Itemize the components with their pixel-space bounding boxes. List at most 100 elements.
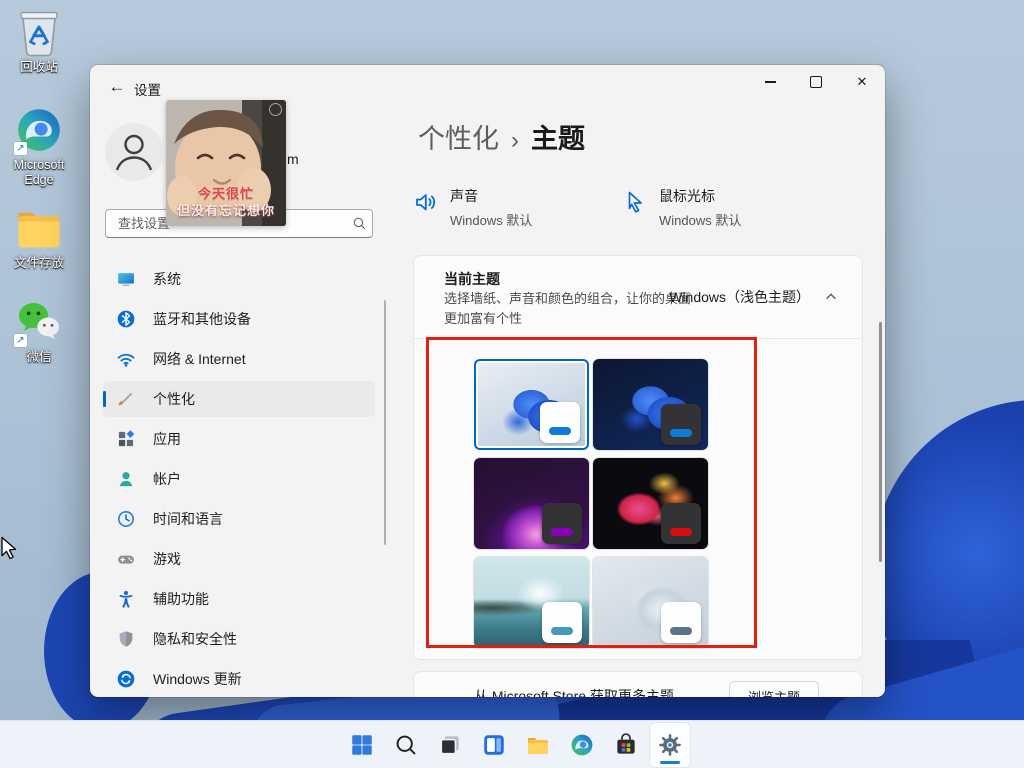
theme-accent-pill — [551, 528, 573, 536]
profile-photo-sticker: 今天很忙 但没有忘记想你 — [166, 100, 286, 226]
widgets-icon — [481, 732, 507, 758]
maximize-button[interactable] — [793, 65, 839, 99]
taskbar-button-task-view[interactable] — [430, 723, 470, 767]
taskbar-button-file-explorer[interactable] — [518, 723, 558, 767]
apps-icon — [115, 429, 136, 450]
quick-setting-sound[interactable]: 声音 Windows 默认 — [413, 186, 532, 229]
theme-thumbnail-windows-dark-theme[interactable] — [593, 359, 708, 450]
sidebar-item-accounts[interactable]: 帐户 — [103, 461, 375, 497]
taskbar-search-icon — [393, 732, 419, 758]
theme-mini-window — [661, 404, 701, 445]
avatar — [105, 123, 163, 181]
desktop-icon-label: 微信 — [26, 350, 51, 365]
sidebar-item-network[interactable]: 网络 & Internet — [103, 341, 375, 377]
shortcut-arrow-icon: ↗ — [14, 142, 27, 155]
sidebar-item-bluetooth[interactable]: 蓝牙和其他设备 — [103, 301, 375, 337]
taskbar — [0, 720, 1024, 768]
taskbar-button-search[interactable] — [386, 723, 426, 767]
desktop-icon-image — [13, 202, 65, 254]
theme-thumbnail-sunrise-theme[interactable] — [474, 557, 589, 648]
desktop-icon-folder[interactable]: 文件存放 — [0, 202, 78, 271]
breadcrumb-current: 主题 — [531, 117, 585, 156]
desktop-icon-image: ↗ — [13, 104, 65, 156]
theme-thumbnail-flow-theme[interactable] — [593, 557, 708, 648]
theme-mini-window — [661, 602, 701, 643]
theme-mini-window — [540, 402, 580, 443]
theme-thumbnail-glow-theme[interactable] — [474, 458, 589, 549]
sidebar-item-system[interactable]: 系统 — [103, 261, 375, 297]
taskbar-button-settings[interactable] — [650, 723, 690, 767]
settings-window: ← 设置 ✕ m 今天很忙 — [90, 65, 885, 697]
desktop-icon-label: 文件存放 — [14, 256, 64, 271]
minimize-button[interactable] — [747, 65, 793, 99]
current-theme-card: 当前主题 选择墙纸、声音和颜色的组合，让你的桌面 更加富有个性 Windows（… — [413, 255, 863, 660]
personalization-icon — [115, 389, 136, 410]
taskbar-button-store[interactable] — [606, 723, 646, 767]
taskbar-button-edge[interactable] — [562, 723, 602, 767]
system-icon — [115, 269, 136, 290]
update-icon — [115, 669, 136, 690]
chevron-up-icon[interactable] — [824, 290, 838, 304]
theme-mini-window — [661, 503, 701, 544]
browse-themes-button[interactable]: 浏览主题 — [729, 681, 819, 697]
sidebar-item-personalization[interactable]: 个性化 — [103, 381, 375, 417]
close-icon: ✕ — [857, 74, 868, 90]
recycle-bin-icon — [13, 6, 65, 58]
shortcut-arrow-icon: ↗ — [14, 334, 27, 347]
store-themes-text: 从 Microsoft Store 获取更多主题 — [474, 686, 674, 697]
breadcrumb-separator: › — [511, 127, 519, 155]
sidebar-item-update[interactable]: Windows 更新 — [103, 661, 375, 697]
settings-gear-icon — [657, 732, 683, 758]
store-themes-card: 从 Microsoft Store 获取更多主题 浏览主题 — [413, 671, 863, 697]
close-button[interactable]: ✕ — [839, 65, 885, 99]
photo-caption-line2: 但没有忘记想你 — [166, 200, 286, 219]
desktop-icon-label: Microsoft Edge — [2, 158, 76, 188]
sidebar-scrollbar[interactable] — [384, 300, 386, 545]
window-controls: ✕ — [747, 65, 885, 99]
theme-grid — [474, 359, 708, 648]
task-view-icon — [437, 732, 463, 758]
store-icon — [613, 732, 639, 758]
sidebar-item-apps[interactable]: 应用 — [103, 421, 375, 457]
taskbar-button-widgets[interactable] — [474, 723, 514, 767]
theme-thumbnail-captured-motion-theme[interactable] — [593, 458, 708, 549]
theme-accent-pill — [670, 429, 692, 437]
accessibility-icon — [115, 589, 136, 610]
file-explorer-icon — [525, 732, 551, 758]
back-button[interactable]: ← — [104, 75, 130, 99]
current-theme-value[interactable]: Windows（浅色主题） — [669, 287, 810, 307]
theme-mini-window — [542, 602, 582, 643]
taskbar-button-start[interactable] — [342, 723, 382, 767]
breadcrumb-parent[interactable]: 个性化 — [418, 117, 499, 156]
bluetooth-icon — [115, 309, 136, 330]
mouse-cursor-icon — [622, 189, 648, 215]
breadcrumb: 个性化 › 主题 — [418, 117, 585, 156]
sidebar-item-time-language[interactable]: 时间和语言 — [103, 501, 375, 537]
folder-icon — [13, 202, 65, 254]
theme-accent-pill — [551, 627, 573, 635]
privacy-icon — [115, 629, 136, 650]
desktop-icon-edge[interactable]: ↗ Microsoft Edge — [0, 104, 78, 188]
search-icon[interactable] — [346, 216, 372, 231]
desktop: 回收站 ↗ Microsoft Edge 文件存放 ↗ 微信 ← 设置 ✕ m — [0, 0, 1024, 768]
theme-accent-pill — [670, 528, 692, 536]
desktop-icon-wechat[interactable]: ↗ 微信 — [0, 296, 78, 365]
desktop-icon-image: ↗ — [13, 296, 65, 348]
desktop-icon-label: 回收站 — [20, 60, 58, 75]
taskbar-items — [342, 723, 690, 767]
card-divider — [414, 338, 862, 339]
sidebar-item-privacy[interactable]: 隐私和安全性 — [103, 621, 375, 657]
desktop-icon-recycle-bin[interactable]: 回收站 — [0, 6, 78, 75]
photo-watermark-icon — [269, 103, 282, 116]
theme-mini-window — [542, 503, 582, 544]
edge-browser-icon — [569, 732, 595, 758]
theme-accent-pill — [549, 427, 571, 435]
content-scrollbar[interactable] — [879, 322, 882, 562]
theme-thumbnail-windows-light-theme[interactable] — [474, 359, 589, 450]
current-theme-title: 当前主题 — [444, 269, 500, 289]
sidebar-item-gaming[interactable]: 游戏 — [103, 541, 375, 577]
maximize-icon — [810, 76, 822, 88]
quick-setting-mouse-cursor[interactable]: 鼠标光标 Windows 默认 — [622, 186, 741, 229]
sidebar-item-accessibility[interactable]: 辅助功能 — [103, 581, 375, 617]
mouse-cursor — [0, 536, 20, 564]
